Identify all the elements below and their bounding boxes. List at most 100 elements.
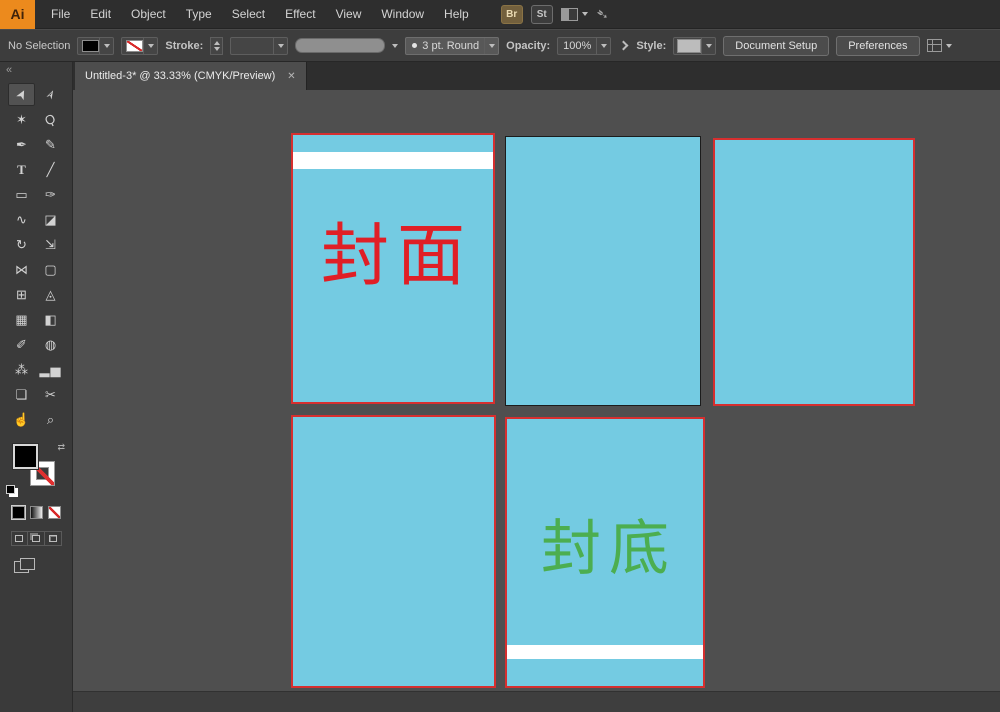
document-setup-button[interactable]: Document Setup [723,36,829,56]
workspace-switcher[interactable] [561,8,588,21]
default-fill-stroke-icon[interactable] [6,485,15,494]
artboard-4[interactable] [291,415,496,688]
white-stripe-rect[interactable] [507,645,703,659]
bridge-button[interactable]: Br [501,5,523,24]
mesh-tool-icon: ▦ [15,313,27,326]
stroke-color-dropdown[interactable] [121,37,158,55]
menu-view[interactable]: View [326,0,372,29]
tool-pen-tool[interactable]: ✒ [8,133,35,156]
artboard-5[interactable]: 封底 [505,417,705,688]
direct-selection-tool-icon: ➢ [42,87,59,103]
tool-direct-selection-tool[interactable]: ➢ [37,83,64,106]
draw-normal-button[interactable] [11,531,28,546]
tool-selection-tool[interactable]: ➤ [8,83,35,106]
gradient-button[interactable] [30,506,43,519]
tool-rotate-tool[interactable]: ↻ [8,233,35,256]
align-options[interactable] [927,39,952,52]
stroke-weight-stepper[interactable] [210,37,223,55]
rotate-tool-icon: ↻ [16,238,27,251]
menu-type[interactable]: Type [176,0,222,29]
swap-fill-stroke-icon[interactable]: ⇄ [57,442,65,453]
tool-width-tool[interactable]: ⋈ [8,258,35,281]
tool-line-tool[interactable]: ╱ [37,158,64,181]
horizontal-scrollbar[interactable] [73,691,1000,712]
tool-shaper-tool[interactable]: ∿ [8,208,35,231]
artboard-3[interactable] [713,138,915,406]
brush-definition-dropdown[interactable]: 3 pt. Round [405,37,499,55]
fill-color-dropdown[interactable] [77,37,114,55]
slice-tool-icon: ✂ [45,388,56,401]
tool-gradient-tool[interactable]: ◧ [37,308,64,331]
document-tab[interactable]: Untitled-3* @ 33.33% (CMYK/Preview) ✕ [75,62,307,90]
brush-dropdown-caret [484,38,498,54]
preferences-button[interactable]: Preferences [836,36,919,56]
artboard-1[interactable]: 封面 [291,133,495,404]
back-cover-text[interactable]: 封底 [507,519,703,579]
tool-mesh-tool[interactable]: ▦ [8,308,35,331]
menu-object[interactable]: Object [121,0,176,29]
blend-tool-icon: ◍ [45,338,56,351]
tab-close-icon[interactable]: ✕ [287,71,295,82]
draw-behind-button[interactable] [28,531,45,546]
tool-column-graph-tool[interactable]: ▂▅ [37,358,64,381]
hand-tool-icon: ☝ [13,413,29,426]
align-caret-icon [946,44,952,48]
opacity-label: Opacity: [506,40,550,52]
menu-select[interactable]: Select [222,0,275,29]
stroke-weight-dropdown[interactable] [230,37,288,55]
color-button[interactable] [12,506,25,519]
menu-window[interactable]: Window [371,0,434,29]
tool-blend-tool[interactable]: ◍ [37,333,64,356]
tool-curvature-tool[interactable]: ✎ [37,133,64,156]
tool-hand-tool[interactable]: ☝ [8,408,35,431]
tool-artboard-tool[interactable]: ❏ [8,383,35,406]
stroke-none-swatch [126,40,143,52]
opacity-panel-arrow-icon[interactable] [619,41,629,51]
white-stripe-rect[interactable] [293,152,493,169]
rectangle-tool-icon: ▭ [15,188,27,201]
workspace-switcher-icon [561,8,578,21]
none-button[interactable] [48,506,61,519]
tool-perspective-grid-tool[interactable]: ◬ [37,283,64,306]
drawing-mode-buttons [0,531,72,546]
width-profile-caret[interactable] [392,44,398,48]
style-dropdown[interactable] [673,37,716,55]
brush-preset-label: 3 pt. Round [417,40,484,52]
tool-eraser-tool[interactable]: ◪ [37,208,64,231]
cover-text[interactable]: 封面 [293,223,493,291]
tool-scale-tool[interactable]: ⇲ [37,233,64,256]
paintbrush-tool-icon: ✑ [45,188,56,201]
tool-rectangle-tool[interactable]: ▭ [8,183,35,206]
menu-file[interactable]: File [41,0,80,29]
stroke-weight-caret [273,38,287,54]
fill-color-swatch[interactable] [13,444,38,469]
style-label: Style: [636,40,666,52]
tool-free-transform-tool[interactable]: ▢ [37,258,64,281]
width-profile-preview[interactable] [295,38,385,53]
fill-swatch [82,40,99,52]
tool-shape-builder-tool[interactable]: ⊞ [8,283,35,306]
tool-symbol-sprayer-tool[interactable]: ⁂ [8,358,35,381]
stock-button[interactable]: St [531,5,553,24]
canvas[interactable]: 封面 封底 [73,90,1000,712]
menu-edit[interactable]: Edit [80,0,121,29]
menu-effect[interactable]: Effect [275,0,325,29]
tool-type-tool[interactable]: T [8,158,35,181]
opacity-dropdown[interactable]: 100% [557,37,611,55]
draw-inside-button[interactable] [45,531,62,546]
magic-wand-tool-icon: ✶ [16,113,27,126]
tool-eyedropper-tool[interactable]: ✐ [8,333,35,356]
tool-slice-tool[interactable]: ✂ [37,383,64,406]
tool-magic-wand-tool[interactable]: ✶ [8,108,35,131]
tool-lasso-tool[interactable]: Ϙ [37,108,64,131]
selection-tool-icon: ➤ [13,87,30,103]
menubar-right-icons: Br St ➴ [501,5,609,24]
tools-grid: ➤ ➢ ✶ Ϙ✒✎T╱ ▭ ✑ ∿◪ ↻ ⇲⋈▢⊞◬ ▦ ◧✐ ◍ ⁂▂▅❏ ✂ ☝ ⌕ [7,82,65,432]
toolbar-collapse-icon[interactable]: « [0,62,72,78]
screen-mode-button[interactable] [14,558,34,572]
share-icon[interactable]: ➴ [595,4,610,24]
tool-zoom-tool[interactable]: ⌕ [37,408,64,431]
menu-help[interactable]: Help [434,0,479,29]
artboard-2-active[interactable] [505,136,701,406]
tool-paintbrush-tool[interactable]: ✑ [37,183,64,206]
